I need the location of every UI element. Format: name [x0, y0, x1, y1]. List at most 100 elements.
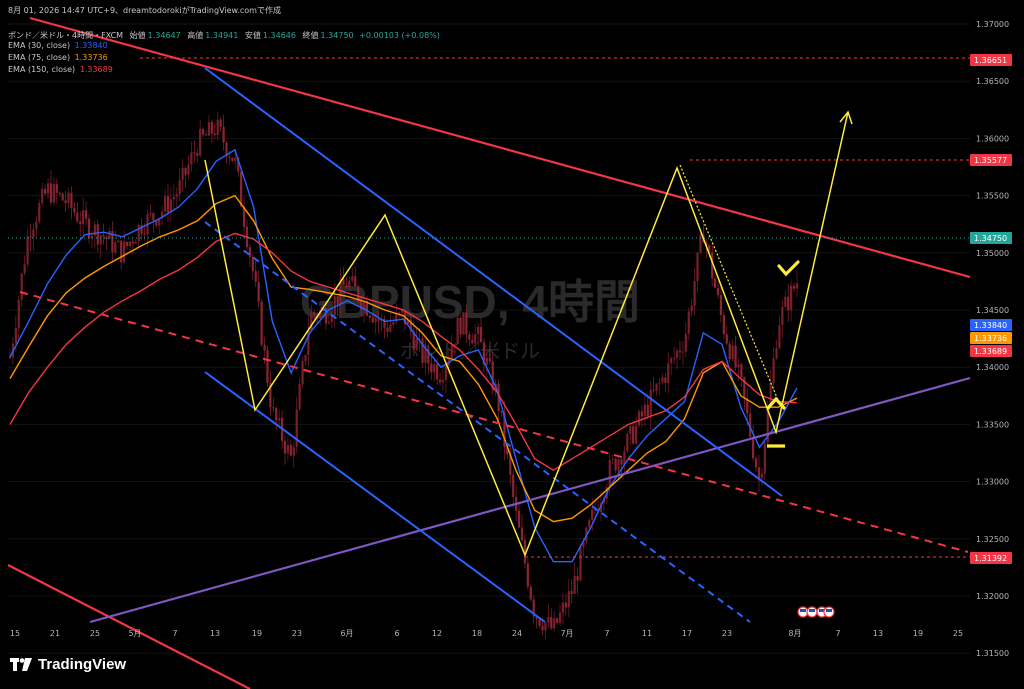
candle-body	[342, 279, 345, 286]
candle-body	[444, 365, 448, 380]
indicator-ema75[interactable]: EMA (75, close) 1.33736	[8, 53, 108, 62]
time-tick-label: 12	[432, 629, 442, 638]
candle-body	[699, 234, 702, 253]
tradingview-brand[interactable]: TradingView	[10, 656, 126, 673]
time-tick-label: 25	[953, 629, 963, 638]
candle-body	[336, 296, 339, 305]
candle-body	[240, 171, 243, 207]
indicator-ema150[interactable]: EMA (150, close) 1.33689	[8, 65, 113, 74]
candle-body	[667, 363, 670, 383]
candle-body	[512, 474, 515, 497]
candle-body	[550, 617, 553, 629]
candle-body	[740, 364, 743, 378]
candle-body	[266, 350, 269, 383]
time-tick-label: 23	[292, 629, 302, 638]
time-tick-label: 19	[913, 629, 923, 638]
candle-body	[41, 188, 44, 204]
candle-body	[123, 241, 126, 263]
candle-body	[772, 358, 775, 383]
candle-body	[38, 203, 41, 222]
candle-body	[152, 213, 155, 221]
price-tick-label: 1.35000	[976, 249, 1009, 258]
price-tick-label: 1.32000	[976, 592, 1009, 601]
price-chart[interactable]: GBPUSD, 4時間 ポンド／米ドル 1.370001.365001.3600…	[0, 0, 1024, 689]
indicator-label: EMA (30, close)	[8, 41, 71, 50]
candle-body	[678, 350, 682, 353]
candle-body	[44, 188, 47, 194]
indicator-value: 1.33840	[74, 41, 108, 50]
event-flag-band	[826, 609, 832, 612]
price-tick-label: 1.35500	[976, 192, 1009, 201]
candle-body	[120, 240, 123, 263]
candle-body	[570, 591, 573, 594]
candle-body	[210, 121, 213, 134]
event-marker-icon[interactable]	[806, 606, 818, 618]
candle-body	[82, 210, 85, 225]
time-tick-label: 17	[682, 629, 692, 638]
candle-body	[561, 602, 565, 613]
candle-body	[792, 285, 796, 289]
candle-body	[438, 379, 442, 383]
candle-body	[462, 312, 465, 335]
high-label: 高値	[187, 31, 204, 40]
candle-body	[617, 459, 620, 471]
candle-body	[459, 317, 462, 335]
candle-body	[204, 134, 208, 136]
event-marker-icon[interactable]	[823, 606, 835, 618]
price-tick-label: 1.31500	[976, 649, 1009, 658]
candle-body	[231, 157, 234, 161]
candle-body	[465, 312, 468, 335]
economic-events[interactable]	[797, 606, 835, 618]
close-label: 終値	[302, 31, 319, 40]
time-tick-label: 7	[172, 629, 177, 638]
candle-body	[149, 213, 152, 215]
indicator-ema30[interactable]: EMA (30, close) 1.33840	[8, 41, 108, 50]
time-tick-label: 6	[394, 629, 399, 638]
candle-body	[696, 252, 699, 282]
symbol-label[interactable]: ポンド／米ドル・4時間・FXCM	[8, 31, 123, 40]
price-tick-label: 1.34000	[976, 363, 1009, 372]
candle-body	[125, 241, 129, 246]
candle-body	[254, 271, 257, 282]
candle-body	[131, 241, 134, 244]
candle-body	[386, 327, 389, 332]
time-tick-label: 25	[90, 629, 100, 638]
high-value: 1.34941	[205, 31, 239, 40]
candle-body	[488, 357, 491, 362]
time-tick-label: 24	[512, 629, 522, 638]
price-label-text: 1.36651	[974, 56, 1007, 65]
candle-body	[781, 306, 784, 325]
candle-body	[351, 276, 354, 281]
candle-body	[673, 357, 676, 359]
candle-body	[263, 344, 266, 351]
candle-body	[690, 305, 693, 312]
candle-body	[415, 338, 418, 350]
price-tick-label: 1.36500	[976, 77, 1009, 86]
candle-body	[456, 317, 459, 345]
price-tick-label: 1.33500	[976, 420, 1009, 429]
indicator-value: 1.33689	[79, 65, 113, 74]
price-tick-label: 1.37000	[976, 20, 1009, 29]
candle-body	[634, 425, 638, 444]
candle-body	[295, 409, 298, 448]
candle-body	[313, 312, 316, 316]
candle-body	[588, 519, 591, 528]
time-tick-label: 8月	[788, 629, 801, 638]
candle-body	[555, 618, 559, 623]
candle-body	[632, 426, 635, 444]
candle-body	[626, 433, 629, 452]
candle-body	[345, 285, 348, 288]
candle-body	[14, 327, 17, 344]
candle-body	[433, 364, 436, 373]
time-tick-label: 7	[835, 629, 840, 638]
time-tick-label: 7	[604, 629, 609, 638]
candle-body	[99, 235, 102, 245]
candle-body	[289, 444, 292, 456]
candle-body	[611, 458, 614, 460]
candle-body	[564, 602, 567, 608]
candle-body	[430, 363, 433, 373]
candle-body	[731, 345, 734, 360]
candle-body	[304, 355, 307, 362]
candle-body	[20, 273, 23, 300]
candle-body	[278, 418, 281, 421]
